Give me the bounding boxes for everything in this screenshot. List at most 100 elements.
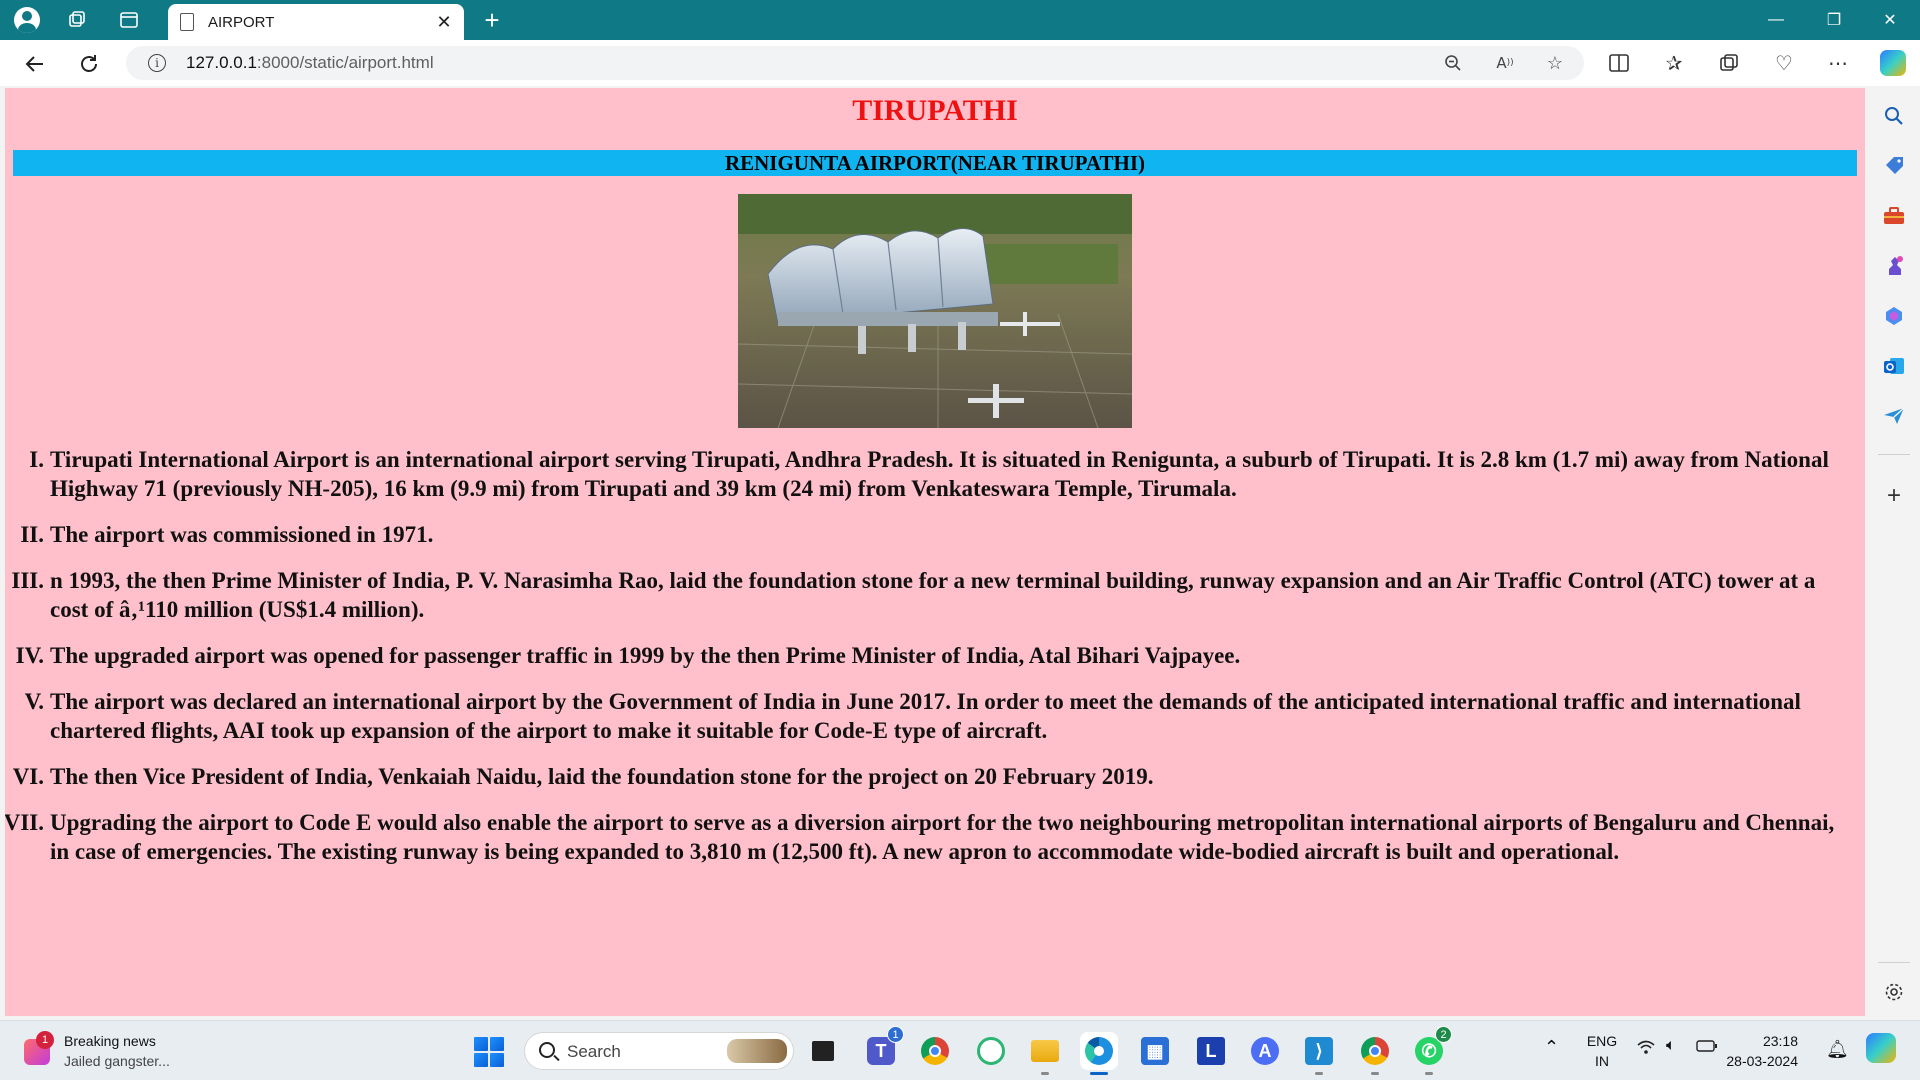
list-item-text: The airport was declared an internationa… xyxy=(50,689,1801,743)
address-toolbar: i 127.0.0.1:8000/static/airport.html A))… xyxy=(0,40,1920,86)
new-tab-button[interactable]: + xyxy=(476,4,508,36)
favorites-icon[interactable]: ✰ xyxy=(1658,48,1690,78)
refresh-button[interactable] xyxy=(72,47,106,81)
profile-icon xyxy=(14,7,40,33)
battery-icon[interactable] xyxy=(1696,1039,1718,1056)
restore-button[interactable]: ❐ xyxy=(1806,0,1862,40)
app-button[interactable] xyxy=(972,1032,1010,1070)
running-indicator xyxy=(1090,1072,1108,1075)
list-item-text: The then Vice President of India, Venkai… xyxy=(50,764,1154,789)
store-icon: ▦ xyxy=(1141,1037,1169,1065)
list-item-text: The airport was commissioned in 1971. xyxy=(50,522,434,547)
page-title: TIRUPATHI xyxy=(852,94,1018,127)
page-icon xyxy=(180,13,194,31)
wifi-icon[interactable] xyxy=(1636,1039,1656,1058)
file-explorer-button[interactable] xyxy=(1026,1032,1064,1075)
zoom-icon[interactable] xyxy=(1440,51,1466,75)
teams-button[interactable]: T 1 xyxy=(862,1026,904,1070)
search-icon xyxy=(539,1042,555,1058)
microsoft-365-icon[interactable] xyxy=(1880,302,1908,330)
whatsapp-badge: 2 xyxy=(1435,1026,1452,1043)
collections-icon[interactable] xyxy=(1713,48,1745,78)
chrome-icon xyxy=(921,1037,949,1065)
tools-icon[interactable] xyxy=(1880,202,1908,230)
browser-essentials-icon[interactable]: ♡ xyxy=(1768,48,1800,78)
list-item-text: Tirupati International Airport is an int… xyxy=(50,447,1829,501)
list-item: II. The airport was commissioned in 1971. xyxy=(20,520,1855,549)
chrome-button[interactable] xyxy=(916,1032,954,1070)
airport-photo xyxy=(738,194,1132,428)
page-subtitle: RENIGUNTA AIRPORT(NEAR TIRUPATHI) xyxy=(13,150,1857,176)
url-text[interactable]: 127.0.0.1:8000/static/airport.html xyxy=(186,53,434,73)
read-aloud-icon[interactable]: A)) xyxy=(1492,51,1518,75)
copilot-taskbar-icon[interactable] xyxy=(1866,1033,1896,1063)
tab-title: AIRPORT xyxy=(208,13,275,31)
split-screen-icon[interactable] xyxy=(1603,48,1635,78)
list-item: IV. The upgraded airport was opened for p… xyxy=(16,641,1855,670)
vscode-button[interactable]: ⟩ xyxy=(1300,1032,1338,1075)
list-item-text: n 1993, the then Prime Minister of India… xyxy=(50,568,1816,622)
tab-close-button[interactable]: ✕ xyxy=(430,8,458,36)
running-indicator xyxy=(1371,1072,1379,1075)
windows-logo-icon xyxy=(474,1037,488,1051)
list-item-number: I. xyxy=(29,447,44,472)
region-code: IN xyxy=(1595,1053,1609,1069)
taskbar-search[interactable]: Search xyxy=(524,1032,794,1070)
start-button[interactable] xyxy=(474,1037,504,1067)
arc-app-button[interactable]: A xyxy=(1246,1032,1284,1070)
profile-button[interactable] xyxy=(12,6,42,34)
drop-icon[interactable] xyxy=(1880,402,1908,430)
workspaces-button[interactable] xyxy=(62,6,92,34)
search-highlight-image xyxy=(727,1039,787,1063)
running-indicator xyxy=(1041,1072,1049,1075)
refresh-icon xyxy=(81,55,97,72)
edge-button[interactable] xyxy=(1080,1032,1118,1075)
windows-logo-icon xyxy=(490,1037,504,1051)
list-item-number: III. xyxy=(11,568,44,593)
tab-airport[interactable]: AIRPORT ✕ xyxy=(168,4,464,40)
list-item-text: The upgraded airport was opened for pass… xyxy=(50,643,1241,668)
edge-icon xyxy=(1085,1037,1113,1065)
list-item-number: IV. xyxy=(15,643,44,668)
web-page: TIRUPATHI RENIGUNTA AIRPORT(NEAR TIRUPAT… xyxy=(5,88,1865,1016)
task-view-icon xyxy=(812,1041,834,1061)
sidebar-divider xyxy=(1878,454,1910,455)
close-window-button[interactable]: ✕ xyxy=(1862,0,1918,40)
search-placeholder: Search xyxy=(567,1042,621,1061)
store-button[interactable]: ▦ xyxy=(1136,1032,1174,1070)
tab-actions-button[interactable] xyxy=(114,6,144,34)
more-icon[interactable]: ⋯ xyxy=(1822,48,1854,78)
news-widget[interactable]: 1 Breaking news Jailed gangster... xyxy=(20,1029,210,1073)
minimize-button[interactable]: — xyxy=(1748,0,1804,40)
whatsapp-button[interactable]: ✆ 2 xyxy=(1410,1026,1452,1075)
clock[interactable]: 23:18 28-03-2024 xyxy=(1726,1031,1798,1071)
address-bar[interactable]: i 127.0.0.1:8000/static/airport.html A))… xyxy=(126,46,1584,80)
l-app-button[interactable]: L xyxy=(1192,1032,1230,1070)
workspaces-icon xyxy=(69,11,85,27)
favorite-star-icon[interactable]: ☆ xyxy=(1542,51,1568,75)
show-hidden-icons-chevron-icon[interactable]: ⌃ xyxy=(1544,1037,1559,1058)
chrome-profile-button[interactable] xyxy=(1356,1032,1394,1075)
back-icon xyxy=(25,56,43,72)
add-icon[interactable]: + xyxy=(1880,482,1908,510)
windows-taskbar: 1 Breaking news Jailed gangster... Searc… xyxy=(0,1020,1920,1080)
games-icon[interactable] xyxy=(1880,252,1908,280)
list-item: V. The airport was declared an internatio… xyxy=(25,687,1855,745)
language-indicator[interactable]: ENG IN xyxy=(1582,1031,1622,1071)
info-icon[interactable]: i xyxy=(148,54,166,72)
notification-bell-icon[interactable]: 🔔︎ xyxy=(1826,1039,1849,1060)
settings-icon[interactable] xyxy=(1880,978,1908,1006)
search-icon[interactable] xyxy=(1880,102,1908,130)
list-item: VI. The then Vice President of India, Ven… xyxy=(13,762,1855,791)
volume-icon[interactable]: 🔈︎ xyxy=(1666,1037,1676,1055)
back-button[interactable] xyxy=(18,47,52,81)
sidebar-divider xyxy=(1878,962,1910,963)
list-item: III. n 1993, the then Prime Minister of I… xyxy=(11,566,1855,624)
windows-logo-icon xyxy=(490,1053,504,1067)
shopping-icon[interactable] xyxy=(1880,152,1908,180)
chrome-icon xyxy=(1361,1037,1389,1065)
outlook-icon[interactable] xyxy=(1880,352,1908,380)
time-text: 23:18 xyxy=(1762,1033,1798,1049)
copilot-icon[interactable] xyxy=(1880,50,1906,76)
task-view-button[interactable] xyxy=(804,1032,842,1070)
